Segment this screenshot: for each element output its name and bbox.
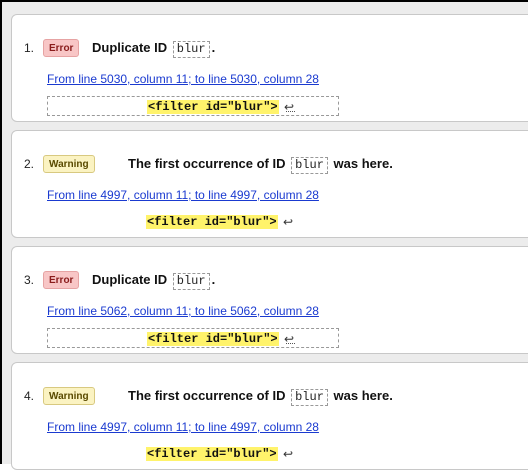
warning-badge: Warning — [43, 387, 95, 405]
title-suffix: . — [211, 40, 216, 55]
title-suffix: was here. — [333, 388, 393, 403]
message-title: The first occurrence of ID blur was here… — [128, 156, 393, 174]
source-extract: <filter id="blur"> ↩ — [47, 328, 339, 348]
message-item-3: 3. Error Duplicate ID blur. From line 50… — [11, 246, 528, 354]
warning-badge: Warning — [43, 155, 95, 173]
duplicate-id-code: blur — [172, 273, 210, 290]
message-item-2: 2. Warning The first occurrence of ID bl… — [11, 130, 528, 238]
error-badge: Error — [43, 271, 80, 289]
message-number: 1. — [24, 41, 35, 55]
message-number: 3. — [24, 273, 35, 287]
location-link[interactable]: From line 5030, column 11; to line 5030,… — [47, 72, 319, 86]
location-link[interactable]: From line 5062, column 11; to line 5062,… — [47, 304, 319, 318]
title-prefix: Duplicate ID — [92, 272, 168, 287]
location-link[interactable]: From line 4997, column 11; to line 4997,… — [47, 188, 319, 202]
error-badge: Error — [43, 39, 80, 57]
title-suffix: was here. — [333, 156, 393, 171]
source-extract: <filter id="blur"> ↩ — [47, 96, 339, 116]
location-link[interactable]: From line 4997, column 11; to line 4997,… — [47, 420, 319, 434]
message-number: 2. — [24, 157, 35, 171]
validator-results-panel: 1. Error Duplicate ID blur. From line 50… — [0, 0, 528, 470]
return-arrow-icon: ↩ — [283, 215, 294, 229]
message-item-4: 4. Warning The first occurrence of ID bl… — [11, 362, 528, 470]
title-suffix: . — [211, 272, 216, 287]
message-number: 4. — [24, 389, 35, 403]
source-extract: <filter id="blur"> ↩ — [47, 212, 339, 232]
message-title: The first occurrence of ID blur was here… — [128, 388, 393, 406]
return-arrow-icon: ↩ — [283, 447, 294, 461]
source-extract: <filter id="blur"> ↩ — [47, 444, 339, 464]
message-title: Duplicate ID blur. — [92, 40, 215, 58]
return-arrow-icon: ↩ — [284, 100, 295, 114]
code-snippet: <filter id="blur"> — [146, 215, 278, 229]
duplicate-id-code: blur — [291, 389, 328, 406]
duplicate-id-code: blur — [172, 41, 210, 58]
message-title: Duplicate ID blur. — [92, 272, 215, 290]
title-prefix: The first occurrence of ID — [128, 388, 286, 403]
message-item-1: 1. Error Duplicate ID blur. From line 50… — [11, 14, 528, 122]
code-snippet: <filter id="blur"> — [146, 447, 278, 461]
code-snippet: <filter id="blur"> — [147, 332, 279, 346]
return-arrow-icon: ↩ — [284, 332, 295, 346]
title-prefix: Duplicate ID — [92, 40, 168, 55]
duplicate-id-code: blur — [291, 157, 328, 174]
code-snippet: <filter id="blur"> — [147, 100, 279, 114]
title-prefix: The first occurrence of ID — [128, 156, 286, 171]
